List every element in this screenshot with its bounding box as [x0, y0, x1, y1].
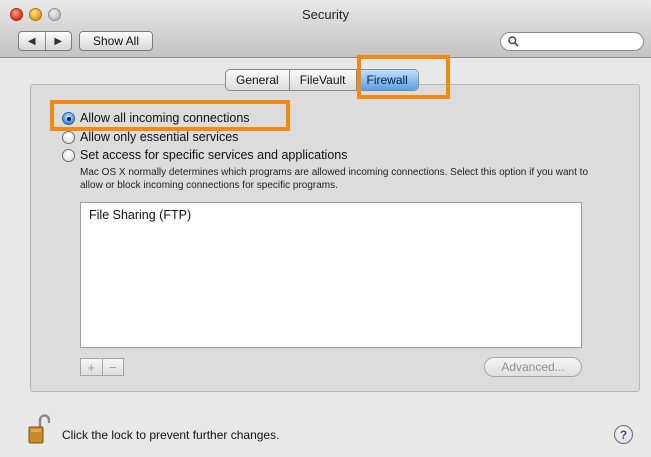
search-icon [508, 36, 519, 47]
remove-service-button[interactable]: − [101, 359, 124, 375]
tab-general[interactable]: General [226, 70, 289, 90]
lock-status-text: Click the lock to prevent further change… [62, 428, 280, 442]
radio-label: Allow all incoming connections [80, 111, 250, 125]
radio-unselected-icon [62, 130, 75, 144]
radio-unselected-icon [62, 148, 75, 162]
radio-essential-services[interactable]: Allow only essential services [62, 130, 238, 144]
help-button[interactable]: ? [614, 425, 633, 444]
radio-selected-icon [62, 111, 75, 125]
firewall-description: Mac OS X normally determines which progr… [80, 167, 589, 191]
security-preferences-window: Security ◀ ▶ Show All General FileVault … [0, 0, 651, 457]
tab-firewall[interactable]: Firewall [355, 70, 418, 90]
back-arrow-icon[interactable]: ◀ [19, 32, 45, 50]
unlocked-padlock-icon[interactable] [28, 414, 50, 444]
back-forward-control: ◀ ▶ [18, 31, 72, 51]
radio-label: Allow only essential services [80, 130, 239, 144]
list-item[interactable]: File Sharing (FTP) [89, 208, 191, 222]
forward-arrow-icon[interactable]: ▶ [44, 32, 72, 50]
show-all-button[interactable]: Show All [79, 31, 153, 51]
advanced-button[interactable]: Advanced... [484, 357, 582, 377]
tab-filevault[interactable]: FileVault [288, 70, 356, 90]
search-field[interactable] [500, 32, 644, 51]
window-title: Security [302, 7, 349, 22]
radio-allow-all-connections[interactable]: Allow all incoming connections [62, 111, 250, 125]
title-toolbar: Security ◀ ▶ Show All [0, 0, 651, 58]
radio-specific-services[interactable]: Set access for specific services and app… [62, 148, 348, 162]
radio-label: Set access for specific services and app… [80, 148, 348, 162]
add-remove-control: + − [80, 358, 124, 376]
add-service-button[interactable]: + [81, 359, 102, 375]
tab-bar: General FileVault Firewall [225, 69, 419, 91]
services-list[interactable]: File Sharing (FTP) [80, 202, 582, 348]
